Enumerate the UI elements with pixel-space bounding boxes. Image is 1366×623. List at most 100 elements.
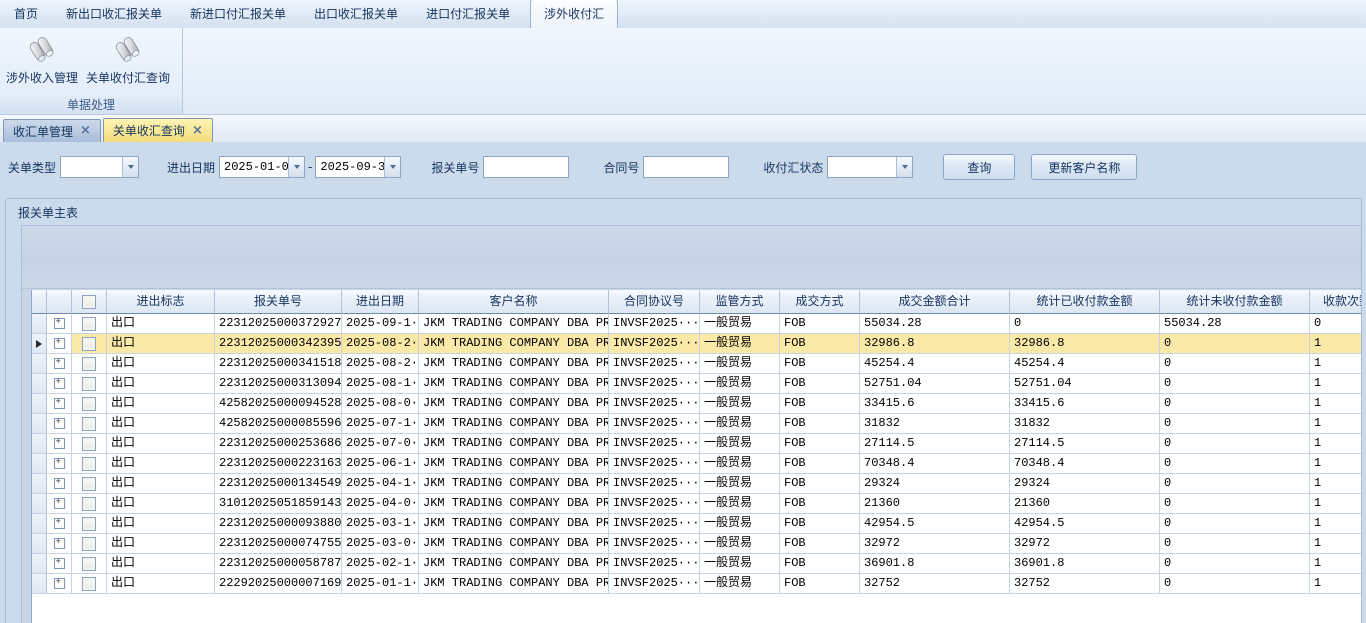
- expand-icon[interactable]: [54, 438, 65, 449]
- column-header-count[interactable]: 收款次数: [1310, 290, 1361, 314]
- row-checkbox[interactable]: [82, 497, 96, 511]
- update-customer-name-button[interactable]: 更新客户名称: [1031, 154, 1137, 180]
- chevron-down-icon: [390, 165, 396, 169]
- close-icon[interactable]: ×: [192, 126, 203, 136]
- column-header-contract[interactable]: 合同协议号: [609, 290, 700, 314]
- column-header-total_amount[interactable]: 成交金额合计: [860, 290, 1010, 314]
- row-checkbox[interactable]: [82, 477, 96, 491]
- column-header-customer[interactable]: 客户名称: [419, 290, 609, 314]
- document-tab-1[interactable]: 收汇单管理×: [3, 119, 101, 142]
- row-checkbox[interactable]: [82, 437, 96, 451]
- table-row[interactable]: 出口2231202500009388012025-03-1···JKM TRAD…: [32, 514, 1361, 534]
- document-tab-2[interactable]: 关单收汇查询×: [103, 118, 213, 142]
- expand-icon[interactable]: [54, 558, 65, 569]
- column-header-supervision[interactable]: 监管方式: [700, 290, 780, 314]
- payment-status-select[interactable]: [827, 156, 913, 178]
- table-row[interactable]: 出口2231202500025368682025-07-0···JKM TRAD…: [32, 434, 1361, 454]
- table-row[interactable]: 出口2231202500005878702025-02-1···JKM TRAD…: [32, 554, 1361, 574]
- row-checkbox[interactable]: [82, 397, 96, 411]
- expand-icon[interactable]: [54, 458, 65, 469]
- table-row[interactable]: 出口2231202500034239562025-08-2···JKM TRAD…: [32, 334, 1361, 354]
- ribbon-tab-2[interactable]: 新出口收汇报关单: [58, 0, 170, 28]
- ribbon-tab-1[interactable]: 首页: [6, 0, 46, 28]
- cell-unreceived: 0: [1160, 574, 1310, 594]
- row-checkbox[interactable]: [82, 577, 96, 591]
- ribbon-tab-5[interactable]: 进口付汇报关单: [418, 0, 518, 28]
- cell-supervision: 一般贸易: [700, 554, 780, 574]
- row-checkbox[interactable]: [82, 517, 96, 531]
- table-row[interactable]: 出口4258202500009452852025-08-0···JKM TRAD…: [32, 394, 1361, 414]
- row-checkbox[interactable]: [82, 377, 96, 391]
- decl-type-dropdown-button[interactable]: [122, 157, 138, 177]
- cell-decl_no: 223120250000938801: [215, 514, 342, 534]
- expand-icon[interactable]: [54, 518, 65, 529]
- expand-icon[interactable]: [54, 538, 65, 549]
- expand-cell: [47, 574, 72, 594]
- cell-unreceived: 0: [1160, 454, 1310, 474]
- checkbox-column-header[interactable]: [72, 290, 107, 314]
- declaration-no-input[interactable]: [483, 156, 569, 178]
- ribbon-button-2[interactable]: 关单收付汇查询: [82, 32, 174, 89]
- row-checkbox[interactable]: [82, 317, 96, 331]
- row-checkbox[interactable]: [82, 337, 96, 351]
- column-header-date[interactable]: 进出日期: [342, 290, 419, 314]
- close-icon[interactable]: ×: [80, 126, 91, 136]
- cell-received: 32986.8: [1010, 334, 1160, 354]
- column-header-unreceived[interactable]: 统计未收付款金额: [1160, 290, 1310, 314]
- expand-icon[interactable]: [54, 358, 65, 369]
- table-row[interactable]: 出口2229202500000716932025-01-1···JKM TRAD…: [32, 574, 1361, 594]
- contract-no-input[interactable]: [643, 156, 729, 178]
- table-row[interactable]: 出口2231202500037292762025-09-1···JKM TRAD…: [32, 314, 1361, 334]
- header-checkbox[interactable]: [82, 295, 96, 309]
- ribbon-tab-4[interactable]: 出口收汇报关单: [306, 0, 406, 28]
- ribbon-tab-3[interactable]: 新进口付汇报关单: [182, 0, 294, 28]
- expand-icon[interactable]: [54, 478, 65, 489]
- table-row[interactable]: 出口3101202505185914342025-04-0···JKM TRAD…: [32, 494, 1361, 514]
- cell-date: 2025-07-1···: [342, 414, 419, 434]
- row-checkbox[interactable]: [82, 457, 96, 471]
- column-header-terms[interactable]: 成交方式: [780, 290, 860, 314]
- checkbox-cell: [72, 574, 107, 594]
- expand-icon[interactable]: [54, 498, 65, 509]
- expand-icon[interactable]: [54, 578, 65, 589]
- table-row[interactable]: 出口2231202500022316392025-06-1···JKM TRAD…: [32, 454, 1361, 474]
- payment-status-dropdown-button[interactable]: [896, 157, 912, 177]
- date-to-picker[interactable]: 2025-09-30: [315, 156, 401, 178]
- column-header-received[interactable]: 统计已收付款金额: [1010, 290, 1160, 314]
- date-to-value: 2025-09-30: [316, 160, 384, 174]
- expand-cell: [47, 534, 72, 554]
- row-indicator-cell: [32, 454, 47, 474]
- row-checkbox[interactable]: [82, 357, 96, 371]
- row-checkbox[interactable]: [82, 417, 96, 431]
- table-row[interactable]: 出口2231202500013454912025-04-1···JKM TRAD…: [32, 474, 1361, 494]
- table-row[interactable]: 出口2231202500007475552025-03-0···JKM TRAD…: [32, 534, 1361, 554]
- table-row[interactable]: 出口2231202500031309412025-08-1···JKM TRAD…: [32, 374, 1361, 394]
- cell-customer: JKM TRADING COMPANY DBA PROTO···: [419, 394, 609, 414]
- table-row[interactable]: 出口4258202500008559662025-07-1···JKM TRAD…: [32, 414, 1361, 434]
- ribbon-button-1[interactable]: 涉外收入管理: [2, 32, 82, 89]
- row-checkbox[interactable]: [82, 557, 96, 571]
- row-checkbox[interactable]: [82, 537, 96, 551]
- cell-count: 1: [1310, 474, 1361, 494]
- expand-icon[interactable]: [54, 398, 65, 409]
- expand-icon[interactable]: [54, 338, 65, 349]
- expand-icon[interactable]: [54, 418, 65, 429]
- decl-type-select[interactable]: [60, 156, 139, 178]
- chevron-down-icon: [128, 165, 134, 169]
- table-row[interactable]: 出口2231202500034151812025-08-2···JKM TRAD…: [32, 354, 1361, 374]
- date-from-dropdown-button[interactable]: [288, 157, 304, 177]
- date-from-picker[interactable]: 2025-01-01: [219, 156, 305, 178]
- expand-icon[interactable]: [54, 378, 65, 389]
- column-header-decl_no[interactable]: 报关单号: [215, 290, 342, 314]
- cell-decl_no: 223120250000747555: [215, 534, 342, 554]
- ribbon-tab-6[interactable]: 涉外收付汇: [530, 0, 618, 28]
- cell-flag: 出口: [107, 314, 215, 334]
- expand-icon[interactable]: [54, 318, 65, 329]
- cell-customer: JKM TRADING COMPANY DBA PROTO···: [419, 334, 609, 354]
- column-header-flag[interactable]: 进出标志: [107, 290, 215, 314]
- cell-unreceived: 0: [1160, 434, 1310, 454]
- expand-cell: [47, 414, 72, 434]
- date-to-dropdown-button[interactable]: [384, 157, 400, 177]
- cell-contract: INVSF2025···: [609, 474, 700, 494]
- search-button[interactable]: 查询: [943, 154, 1015, 180]
